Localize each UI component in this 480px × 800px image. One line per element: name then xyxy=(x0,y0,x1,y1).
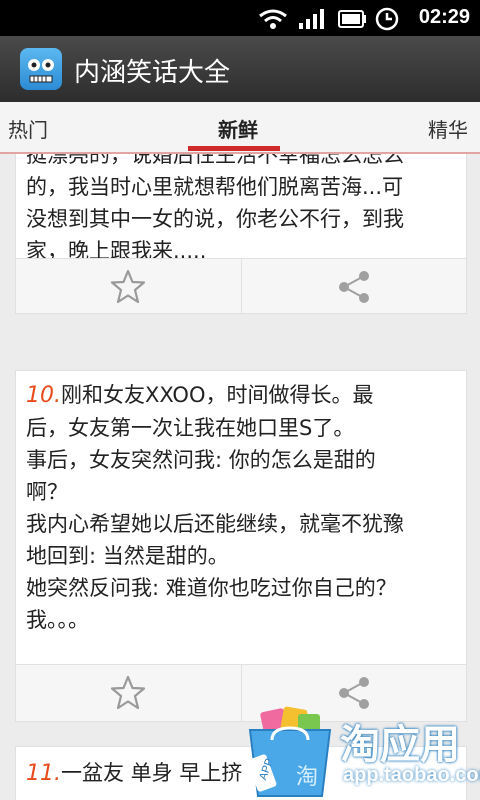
alarm-icon xyxy=(375,7,399,31)
taobao-watermark: APP 淘 淘应用 app.taobao.com xyxy=(240,706,480,800)
joke-text: 挺漂亮的，说婚后性生活不幸福怎么怎么 的，我当时心里就想帮他们脱离苦海...可 … xyxy=(16,154,466,267)
joke-card: 10.刚和女友XXOO，时间做得长。最 后，女友第一次让我在她口里S了。 事后，… xyxy=(15,370,467,722)
favorite-button[interactable] xyxy=(16,665,240,721)
app-title: 内涵笑话大全 xyxy=(74,58,231,88)
star-icon xyxy=(110,675,146,710)
shopping-bag-icon: APP 淘 xyxy=(247,706,332,797)
share-icon xyxy=(339,677,369,709)
tab-bar: 热门 新鲜 精华 xyxy=(0,102,480,154)
battery-icon xyxy=(338,10,366,28)
joke-body: 一盆友 单身 早上挤 xyxy=(61,761,243,785)
wifi-icon xyxy=(259,9,287,29)
tab-indicator xyxy=(188,146,280,151)
share-icon xyxy=(339,271,369,303)
share-button[interactable] xyxy=(241,259,466,315)
signal-icon xyxy=(299,9,324,29)
watermark-brand: 淘应用 xyxy=(340,722,460,768)
clock-time: 02:29 xyxy=(418,6,470,28)
watermark-url: app.taobao.com xyxy=(343,764,480,786)
joke-number: 11. xyxy=(26,761,61,786)
tab-featured[interactable]: 精华 xyxy=(428,114,468,143)
watermark-icon-char: 淘 xyxy=(296,765,318,790)
star-icon xyxy=(110,269,146,304)
tab-fresh[interactable]: 新鲜 xyxy=(218,114,258,143)
joke-card: 挺漂亮的，说婚后性生活不幸福怎么怎么 的，我当时心里就想帮他们脱离苦海...可 … xyxy=(15,154,467,315)
joke-body: 刚和女友XXOO，时间做得长。最 后，女友第一次让我在她口里S了。 事后，女友突… xyxy=(26,383,404,632)
action-bar: 内涵笑话大全 xyxy=(0,36,480,102)
favorite-button[interactable] xyxy=(16,259,240,315)
app-logo-icon xyxy=(20,48,62,90)
joke-body: 挺漂亮的，说婚后性生活不幸福怎么怎么 的，我当时心里就想帮他们脱离苦海...可 … xyxy=(26,154,404,263)
joke-text: 10.刚和女友XXOO，时间做得长。最 后，女友第一次让我在她口里S了。 事后，… xyxy=(16,371,466,636)
joke-number: 10. xyxy=(26,383,61,408)
tab-hot[interactable]: 热门 xyxy=(8,114,48,143)
joke-list[interactable]: 挺漂亮的，说婚后性生活不幸福怎么怎么 的，我当时心里就想帮他们脱离苦海...可 … xyxy=(0,154,480,800)
joke-actions xyxy=(16,258,466,315)
status-bar: 02:29 xyxy=(0,0,480,36)
